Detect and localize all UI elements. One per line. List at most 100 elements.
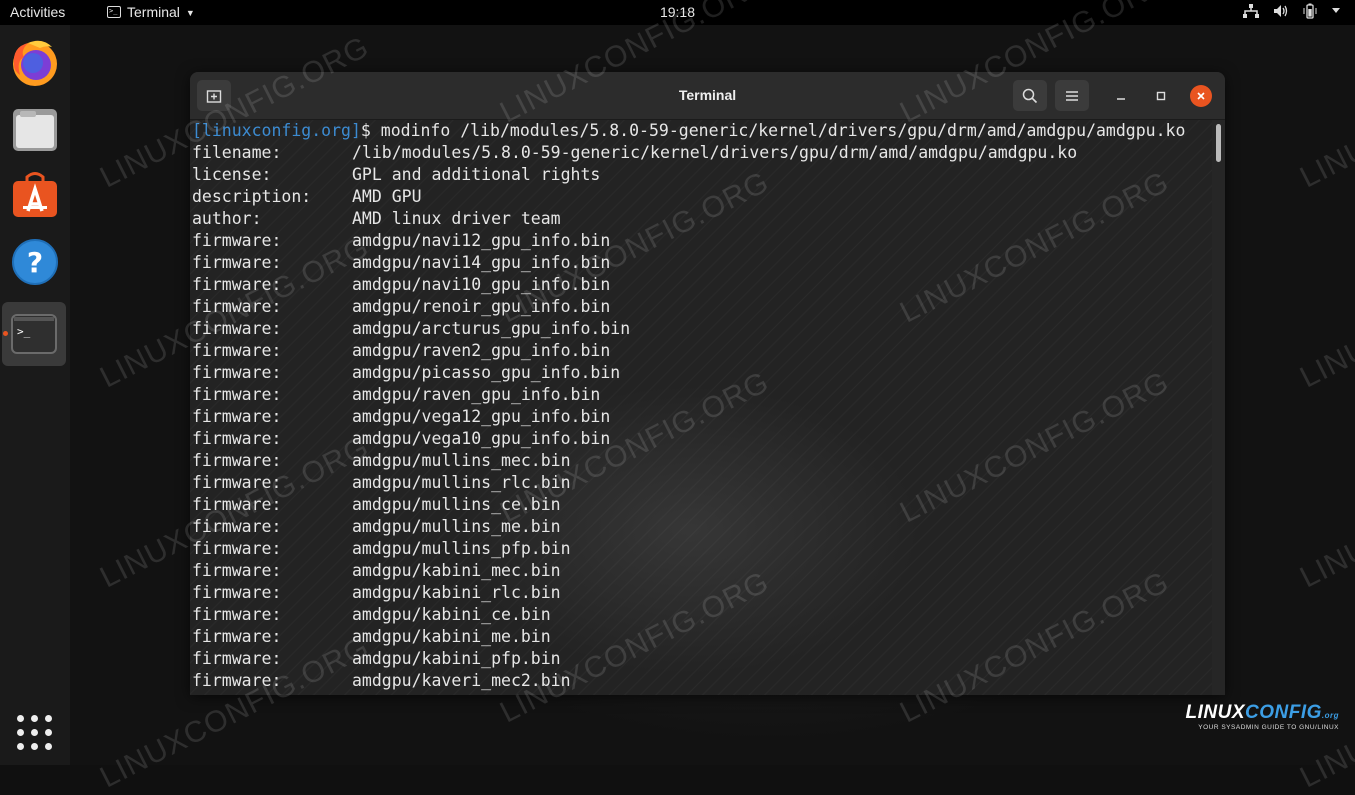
svg-text:>_: >_ <box>17 325 31 338</box>
output-line: firmware: amdgpu/kaveri_mec2.bin <box>190 670 1212 692</box>
terminal-window: Terminal [linuxconfig.org]$ modinfo /lib… <box>190 72 1225 695</box>
output-line: firmware: amdgpu/raven2_gpu_info.bin <box>190 340 1212 362</box>
output-line: firmware: amdgpu/vega10_gpu_info.bin <box>190 428 1212 450</box>
dock-item-terminal[interactable]: >_ <box>2 302 66 366</box>
logo-brand-suffix: .org <box>1321 711 1339 720</box>
terminal-output[interactable]: [linuxconfig.org]$ modinfo /lib/modules/… <box>190 120 1212 695</box>
output-value: amdgpu/mullins_rlc.bin <box>352 473 571 492</box>
software-center-icon <box>13 172 57 217</box>
output-line: firmware: amdgpu/mullins_me.bin <box>190 516 1212 538</box>
output-key: firmware: <box>192 297 282 316</box>
output-line: firmware: amdgpu/mullins_pfp.bin <box>190 538 1212 560</box>
output-value: amdgpu/navi12_gpu_info.bin <box>352 231 611 250</box>
output-value: /lib/modules/5.8.0-59-generic/kernel/dri… <box>352 143 1078 162</box>
output-line: firmware: amdgpu/mullins_mec.bin <box>190 450 1212 472</box>
output-line: firmware: amdgpu/navi14_gpu_info.bin <box>190 252 1212 274</box>
output-key: description: <box>192 187 312 206</box>
close-icon <box>1197 92 1205 100</box>
clock[interactable]: 19:18 <box>0 4 1355 20</box>
output-value: amdgpu/kabini_mec.bin <box>352 561 561 580</box>
output-key: firmware: <box>192 231 282 250</box>
output-value: amdgpu/navi14_gpu_info.bin <box>352 253 611 272</box>
output-value: amdgpu/mullins_mec.bin <box>352 451 571 470</box>
output-key: filename: <box>192 143 282 162</box>
running-indicator <box>3 331 8 336</box>
prompt-host: [linuxconfig.org] <box>192 121 361 140</box>
scrollbar[interactable] <box>1212 120 1225 695</box>
minimize-icon <box>1117 98 1125 100</box>
output-line: author: AMD linux driver team <box>190 208 1212 230</box>
output-line: firmware: amdgpu/kabini_ce.bin <box>190 604 1212 626</box>
output-line: firmware: amdgpu/picasso_gpu_info.bin <box>190 362 1212 384</box>
output-line: firmware: amdgpu/vega12_gpu_info.bin <box>190 406 1212 428</box>
hamburger-menu-icon <box>1066 90 1078 101</box>
output-value: amdgpu/kabini_ce.bin <box>352 605 551 624</box>
output-value: amdgpu/navi10_gpu_info.bin <box>352 275 611 294</box>
maximize-icon <box>1156 91 1166 101</box>
close-button[interactable] <box>1190 85 1212 107</box>
output-value: GPL and additional rights <box>352 165 601 184</box>
output-line: firmware: amdgpu/kabini_pfp.bin <box>190 648 1212 670</box>
output-key: author: <box>192 209 262 228</box>
output-value: amdgpu/arcturus_gpu_info.bin <box>352 319 631 338</box>
dock: ? >_ <box>0 25 70 765</box>
output-key: license: <box>192 165 272 184</box>
terminal-headerbar[interactable]: Terminal <box>190 72 1225 120</box>
terminal-icon: >_ <box>11 314 57 354</box>
output-line: firmware: amdgpu/mullins_rlc.bin <box>190 472 1212 494</box>
output-line: firmware: amdgpu/kabini_rlc.bin <box>190 582 1212 604</box>
show-applications-icon[interactable] <box>17 715 53 751</box>
svg-text:?: ? <box>27 246 43 279</box>
network-icon <box>1243 4 1259 18</box>
output-key: firmware: <box>192 429 282 448</box>
output-key: firmware: <box>192 407 282 426</box>
command-line: [linuxconfig.org]$ modinfo /lib/modules/… <box>190 120 1212 142</box>
output-key: firmware: <box>192 649 282 668</box>
minimize-button[interactable] <box>1110 85 1132 107</box>
output-key: firmware: <box>192 671 282 690</box>
battery-icon <box>1303 3 1317 19</box>
system-tray[interactable] <box>1243 3 1341 19</box>
output-line: firmware: amdgpu/kabini_me.bin <box>190 626 1212 648</box>
output-value: amdgpu/kabini_rlc.bin <box>352 583 561 602</box>
power-menu-icon <box>1331 7 1341 15</box>
dock-item-help[interactable]: ? <box>6 233 64 291</box>
firefox-icon <box>13 40 57 86</box>
output-value: amdgpu/vega12_gpu_info.bin <box>352 407 611 426</box>
logo-tagline: YOUR SYSADMIN GUIDE TO GNU/LINUX <box>1198 724 1339 731</box>
maximize-button[interactable] <box>1150 85 1172 107</box>
output-line: description: AMD GPU <box>190 186 1212 208</box>
output-line: firmware: amdgpu/mullins_ce.bin <box>190 494 1212 516</box>
output-key: firmware: <box>192 561 282 580</box>
output-key: firmware: <box>192 341 282 360</box>
output-value: AMD linux driver team <box>352 209 561 228</box>
output-key: firmware: <box>192 275 282 294</box>
scrollbar-thumb[interactable] <box>1216 124 1221 162</box>
output-line: license: GPL and additional rights <box>190 164 1212 186</box>
output-key: firmware: <box>192 627 282 646</box>
dock-item-software[interactable] <box>6 167 64 225</box>
output-value: amdgpu/renoir_gpu_info.bin <box>352 297 611 316</box>
menu-button[interactable] <box>1055 80 1089 111</box>
dock-item-firefox[interactable] <box>6 35 64 93</box>
files-icon <box>13 109 57 151</box>
help-icon: ? <box>12 239 58 285</box>
output-line: firmware: amdgpu/navi10_gpu_info.bin <box>190 274 1212 296</box>
prompt-symbol: $ <box>360 121 371 140</box>
output-key: firmware: <box>192 539 282 558</box>
output-key: firmware: <box>192 517 282 536</box>
output-value: amdgpu/raven2_gpu_info.bin <box>352 341 611 360</box>
output-value: amdgpu/kabini_me.bin <box>352 627 551 646</box>
dock-item-files[interactable] <box>6 101 64 159</box>
output-key: firmware: <box>192 473 282 492</box>
search-icon <box>1022 88 1038 103</box>
output-value: amdgpu/mullins_pfp.bin <box>352 539 571 558</box>
output-value: amdgpu/mullins_me.bin <box>352 517 561 536</box>
output-line: filename: /lib/modules/5.8.0-59-generic/k… <box>190 142 1212 164</box>
output-value: amdgpu/kaveri_mec2.bin <box>352 671 571 690</box>
output-line: firmware: amdgpu/kabini_mec.bin <box>190 560 1212 582</box>
output-key: firmware: <box>192 451 282 470</box>
output-line: firmware: amdgpu/renoir_gpu_info.bin <box>190 296 1212 318</box>
output-value: amdgpu/raven_gpu_info.bin <box>352 385 601 404</box>
search-button[interactable] <box>1013 80 1047 111</box>
